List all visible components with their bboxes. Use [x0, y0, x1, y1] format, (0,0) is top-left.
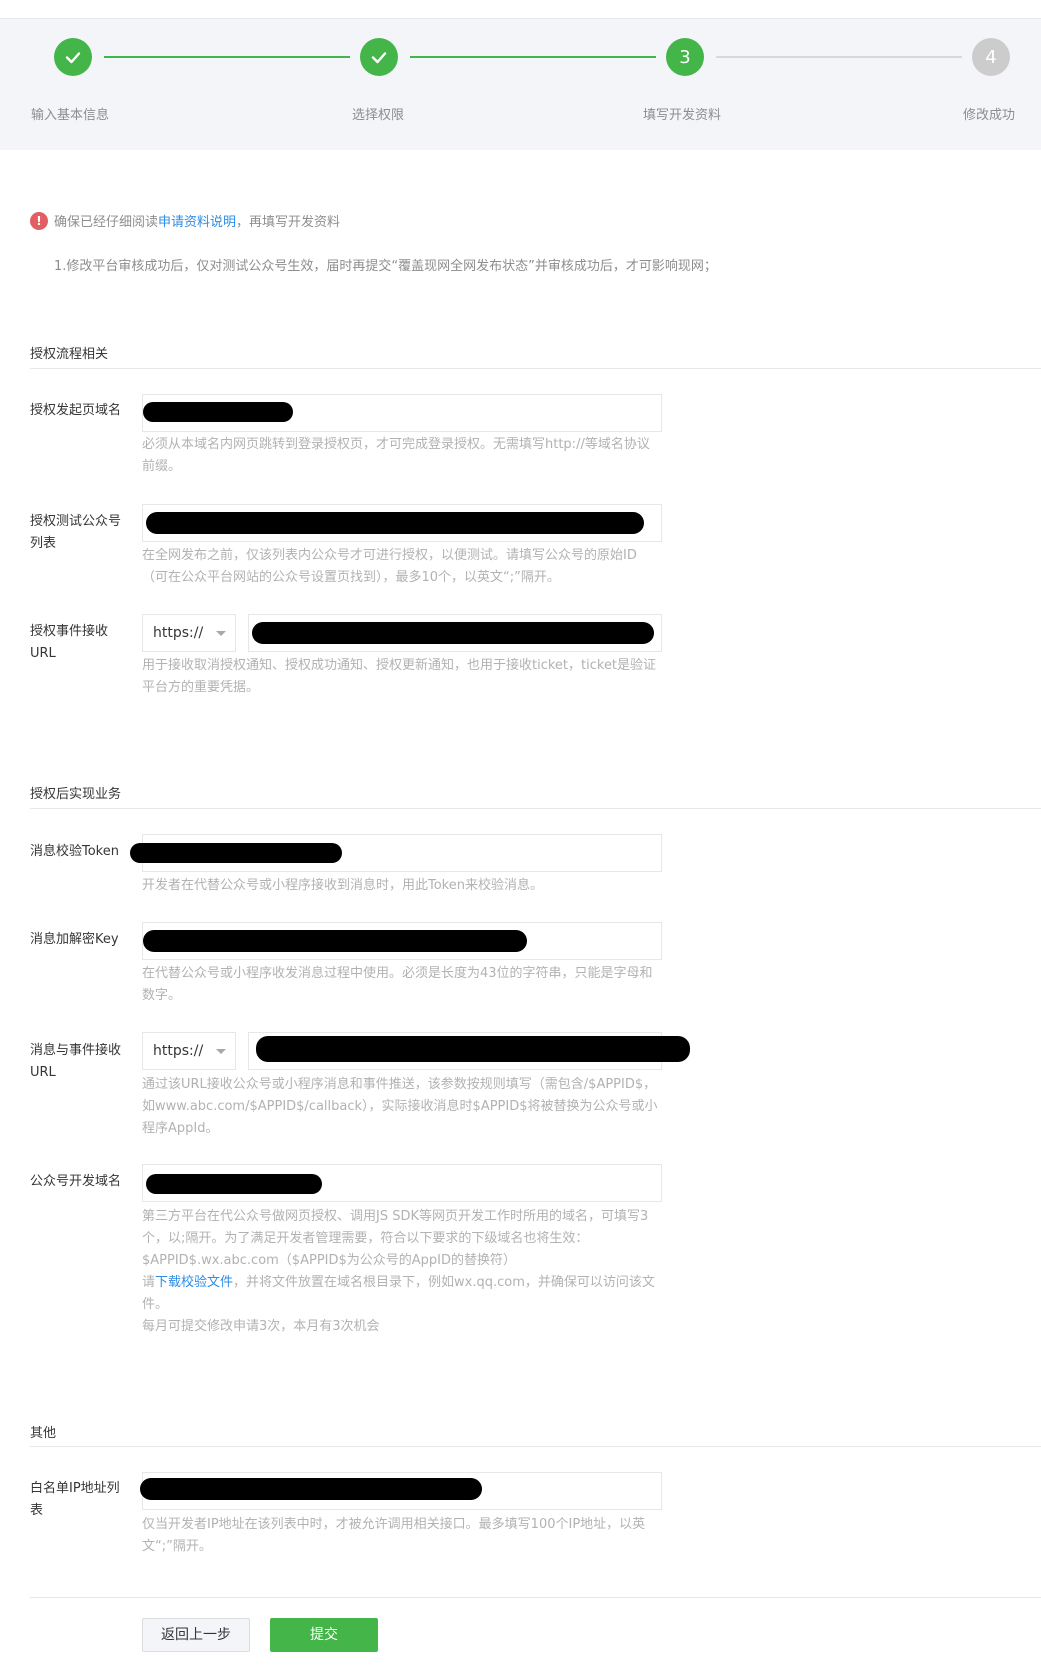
caret-down-icon [216, 631, 226, 636]
notice-detail: 1.修改平台审核成功后，仅对测试公众号生效，届时再提交“覆盖现网全网发布状态”并… [54, 259, 717, 274]
auth-event-url-hint: 用于接收取消授权通知、授权成功通知、授权更新通知，也用于接收ticket，tic… [142, 658, 657, 695]
section-title-post-auth: 授权后实现业务 [30, 787, 122, 802]
msg-token-hint: 开发者在代替公众号或小程序接收到消息时，用此Token来校验消息。 [142, 878, 543, 893]
caret-down-icon [216, 1049, 226, 1054]
warning-icon: ! [30, 211, 48, 230]
dev-domain-hint-text: 第三方平台在代公众号做网页授权、调用JS SDK等网页开发工作时所用的域名，可填… [142, 1209, 649, 1268]
redacted-value [143, 930, 527, 952]
test-accounts-label: 授权测试公众号列表 [30, 514, 122, 551]
section-title-auth-flow: 授权流程相关 [30, 347, 109, 362]
ip-whitelist-hint: 仅当开发者IP地址在该列表中时，才被允许调用相关接口。最多填写100个IP地址，… [142, 1517, 646, 1554]
section-divider [30, 368, 1041, 369]
step-4-number: 4 [972, 38, 1010, 76]
dev-domain-hint: 第三方平台在代公众号做网页授权、调用JS SDK等网页开发工作时所用的域名，可填… [142, 1206, 662, 1338]
section-divider [30, 1446, 1041, 1447]
test-accounts-hint: 在全网发布之前，仅该列表内公众号才可进行授权，以便测试。请填写公众号的原始ID（… [142, 548, 637, 585]
step-2-label: 选择权限 [352, 108, 405, 123]
step-connector-3 [716, 56, 962, 58]
msg-event-protocol-select[interactable]: https:// [142, 1032, 236, 1070]
redacted-value [146, 512, 644, 534]
step-3-number: 3 [666, 38, 704, 76]
protocol-value: https:// [153, 625, 204, 641]
auth-domain-hint: 必须从本域名内网页跳转到登录授权页，才可完成登录授权。无需填写http://等域… [142, 437, 650, 474]
download-verify-file-link[interactable]: 下载校验文件 [155, 1275, 233, 1290]
redacted-value [140, 1478, 482, 1500]
section-divider [30, 808, 1041, 809]
dev-domain-label: 公众号开发域名 [30, 1174, 122, 1189]
redacted-value [252, 622, 654, 644]
dev-domain-download-line: 请下载校验文件，并将文件放置在域名根目录下，例如wx.qq.com，并确保可以访… [142, 1272, 662, 1316]
msg-token-label: 消息校验Token [30, 844, 119, 859]
auth-event-protocol-select[interactable]: https:// [142, 614, 236, 652]
download-prefix: 请 [142, 1275, 156, 1290]
section-title-other: 其他 [30, 1426, 57, 1441]
redacted-value [130, 843, 342, 863]
msg-event-url-label: 消息与事件接收URL [30, 1043, 122, 1080]
step-connector-2 [410, 56, 656, 58]
protocol-value: https:// [153, 1043, 204, 1059]
monthly-quota-text: 每月可提交修改申请3次，本月有3次机会 [142, 1319, 380, 1334]
notice-banner: ! 确保已经仔细阅读 申请资料说明 ，再填写开发资料 [30, 211, 340, 230]
auth-event-url-label: 授权事件接收URL [30, 624, 109, 661]
footer-divider [30, 1597, 1041, 1598]
auth-domain-label: 授权发起页域名 [30, 403, 122, 418]
step-1-label: 输入基本信息 [31, 108, 110, 123]
msg-key-hint: 在代替公众号或小程序收发消息过程中使用。必须是长度为43位的字符串，只能是字母和… [142, 966, 653, 1003]
submit-button[interactable]: 提交 [270, 1618, 378, 1652]
ip-whitelist-label: 白名单IP地址列表 [30, 1481, 120, 1518]
application-guide-link[interactable]: 申请资料说明 [158, 211, 236, 230]
step-1-check-icon [54, 38, 92, 76]
progress-steps [0, 19, 1041, 150]
msg-key-label: 消息加解密Key [30, 932, 119, 947]
redacted-value [256, 1036, 690, 1062]
step-connector-1 [104, 56, 350, 58]
notice-suffix: ，再填写开发资料 [236, 215, 341, 230]
redacted-value [146, 1174, 322, 1194]
back-button[interactable]: 返回上一步 [142, 1618, 250, 1652]
redacted-value [143, 402, 293, 422]
step-3-label: 填写开发资料 [643, 108, 722, 123]
step-4-label: 修改成功 [963, 108, 1016, 123]
step-2-check-icon [360, 38, 398, 76]
notice-prefix: 确保已经仔细阅读 [54, 215, 159, 230]
msg-event-url-hint: 通过该URL接收公众号或小程序消息和事件推送，该参数按规则填写（需包含/$APP… [142, 1077, 658, 1136]
